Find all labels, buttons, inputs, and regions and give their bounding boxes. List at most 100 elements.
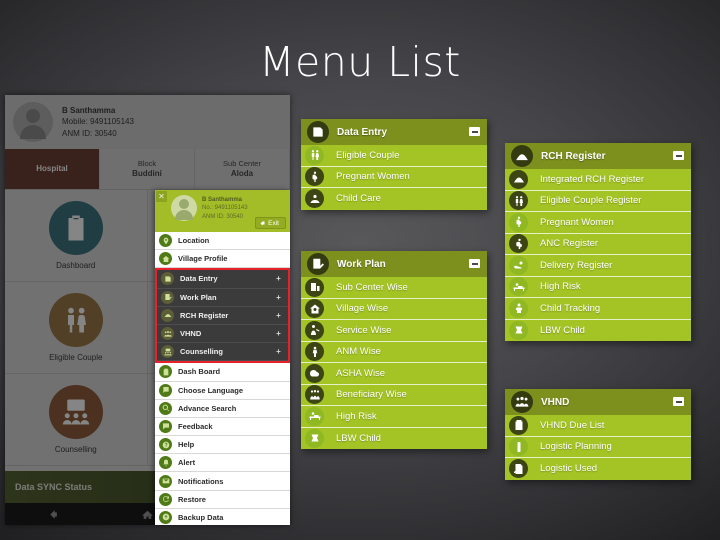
expand-icon[interactable]: +: [274, 347, 283, 357]
drawer-item-notifications[interactable]: Notifications: [155, 472, 290, 491]
drawer-item-dash-board[interactable]: Dash Board: [155, 363, 290, 382]
menu-row-label: Integrated RCH Register: [540, 173, 645, 185]
drawer-item-data-entry[interactable]: Data Entry +: [157, 270, 288, 289]
home-icon[interactable]: [141, 508, 154, 521]
drawer-item-vhnd[interactable]: VHND +: [157, 324, 288, 344]
drawer-item-alert[interactable]: Alert: [155, 454, 290, 473]
lbw-child-icon: [509, 320, 528, 340]
tab-sub-center-value: Aloda: [230, 168, 254, 178]
menu-row-village-wise[interactable]: Village Wise: [301, 298, 487, 320]
menu-row-label: LBW Child: [540, 324, 585, 336]
collapse-icon[interactable]: [673, 397, 684, 406]
exit-icon: [260, 220, 265, 226]
close-icon[interactable]: ✕: [156, 191, 167, 202]
drawer-item-help[interactable]: Help: [155, 436, 290, 455]
drawer-item-advance-search[interactable]: Advance Search: [155, 399, 290, 418]
clipboard-icon: [48, 201, 103, 255]
work-plan-icon: [161, 290, 174, 304]
lbw-child-icon: [305, 428, 324, 448]
menu-row-anc-register[interactable]: ANC Register: [505, 233, 691, 255]
drawer-item-label: Location: [178, 236, 210, 246]
high-risk-icon: [305, 406, 324, 426]
expand-icon[interactable]: +: [274, 329, 283, 339]
menu-row-lbw-child[interactable]: LBW Child: [301, 427, 487, 449]
menu-row-service-wise[interactable]: Service Wise: [301, 320, 487, 342]
menu-row-child-tracking[interactable]: Child Tracking: [505, 298, 691, 320]
expand-icon[interactable]: +: [274, 274, 283, 284]
drawer-item-choose-language[interactable]: Choose Language: [155, 381, 290, 400]
menu-row-label: Eligible Couple: [336, 149, 400, 161]
menu-row-logistic-used[interactable]: Logistic Used: [505, 458, 691, 480]
back-icon[interactable]: [46, 508, 59, 521]
drawer-item-backup-data[interactable]: Backup Data: [155, 508, 290, 525]
feedback-icon: [159, 419, 172, 433]
tab-sub-center[interactable]: Sub Center Aloda: [195, 149, 290, 189]
menu-row-sub-center-wise[interactable]: Sub Center Wise: [301, 277, 487, 299]
exit-button[interactable]: Exit: [255, 217, 286, 229]
panel-header[interactable]: Data Entry: [301, 119, 487, 145]
menu-row-eligible-couple[interactable]: Eligible Couple: [301, 145, 487, 167]
drawer-item-village-profile[interactable]: Village Profile: [155, 250, 290, 269]
menu-row-pregnant-women[interactable]: Pregnant Women: [505, 212, 691, 234]
drawer-item-label: Counselling: [180, 347, 223, 357]
drawer-item-location[interactable]: Location: [155, 232, 290, 251]
sync-banner-label: Data SYNC Status: [15, 482, 93, 492]
profile-anm-id: ANM ID: 30540: [62, 128, 117, 138]
menu-row-label: Eligible Couple Register: [540, 195, 642, 207]
asha-icon: [305, 363, 324, 383]
menu-row-label: ANM Wise: [336, 346, 381, 358]
slide-canvas: Menu List B Santhamma Mobile: 9491105143…: [0, 0, 720, 540]
village-icon: [305, 299, 324, 319]
menu-row-delivery-register[interactable]: Delivery Register: [505, 255, 691, 277]
panel-header[interactable]: Work Plan: [301, 251, 487, 277]
menu-row-anm-wise[interactable]: ANM Wise: [301, 341, 487, 363]
beneficiary-icon: [305, 385, 324, 405]
counselling-icon: [161, 345, 174, 359]
drawer-item-label: Restore: [178, 494, 206, 504]
rch-register-icon: [509, 169, 528, 189]
menu-row-logistic-planning[interactable]: Logistic Planning: [505, 436, 691, 458]
drawer-item-counselling[interactable]: Counselling +: [157, 343, 288, 362]
menu-row-lbw-child[interactable]: LBW Child: [505, 319, 691, 341]
drawer-item-rch-register[interactable]: RCH Register +: [157, 306, 288, 325]
tile-label: Counselling: [54, 445, 97, 454]
drawer-avatar: [171, 195, 197, 221]
drawer-item-work-plan[interactable]: Work Plan +: [157, 288, 288, 307]
menu-row-integrated-rch-register[interactable]: Integrated RCH Register: [505, 169, 691, 191]
drawer-item-label: Backup Data: [178, 512, 224, 522]
search-icon: [159, 401, 172, 415]
menu-row-eligible-couple-register[interactable]: Eligible Couple Register: [505, 190, 691, 212]
tab-block[interactable]: Block Buddini: [100, 149, 195, 189]
panel-header[interactable]: VHND: [505, 389, 691, 415]
menu-row-label: High Risk: [336, 410, 377, 422]
menu-row-label: Pregnant Women: [336, 171, 410, 183]
anm-icon: [305, 342, 324, 362]
tablet-tabs: Hospital Block Buddini Sub Center Aloda: [5, 149, 290, 190]
menu-row-beneficiary-wise[interactable]: Beneficiary Wise: [301, 384, 487, 406]
tablet-profile-header: B Santhamma Mobile: 9491105143 ANM ID: 3…: [5, 95, 290, 149]
high-risk-icon: [509, 277, 528, 297]
menu-row-label: ANC Register: [540, 238, 599, 250]
collapse-icon[interactable]: [469, 259, 480, 268]
tile-counselling[interactable]: Counselling: [5, 374, 148, 466]
tab-hospital[interactable]: Hospital: [5, 149, 100, 189]
menu-row-asha-wise[interactable]: ASHA Wise: [301, 363, 487, 385]
panel-title: Data Entry: [337, 126, 388, 138]
drawer-item-label: Feedback: [178, 421, 213, 431]
work-plan-icon: [307, 253, 329, 275]
expand-icon[interactable]: +: [274, 292, 283, 302]
menu-row-child-care[interactable]: Child Care: [301, 188, 487, 210]
menu-row-high-risk[interactable]: High Risk: [505, 276, 691, 298]
menu-row-pregnant-women[interactable]: Pregnant Women: [301, 166, 487, 188]
tile-eligible-couple[interactable]: Eligible Couple: [5, 282, 148, 374]
drawer-item-restore[interactable]: Restore: [155, 490, 290, 509]
menu-row-high-risk[interactable]: High Risk: [301, 406, 487, 428]
page-title: Menu List: [259, 38, 461, 86]
tile-dashboard[interactable]: Dashboard: [5, 190, 148, 282]
panel-header[interactable]: RCH Register: [505, 143, 691, 169]
menu-row-vhnd-due-list[interactable]: VHND Due List: [505, 415, 691, 437]
collapse-icon[interactable]: [673, 151, 684, 160]
drawer-item-feedback[interactable]: Feedback: [155, 417, 290, 437]
collapse-icon[interactable]: [469, 127, 480, 136]
expand-icon[interactable]: +: [274, 310, 283, 320]
